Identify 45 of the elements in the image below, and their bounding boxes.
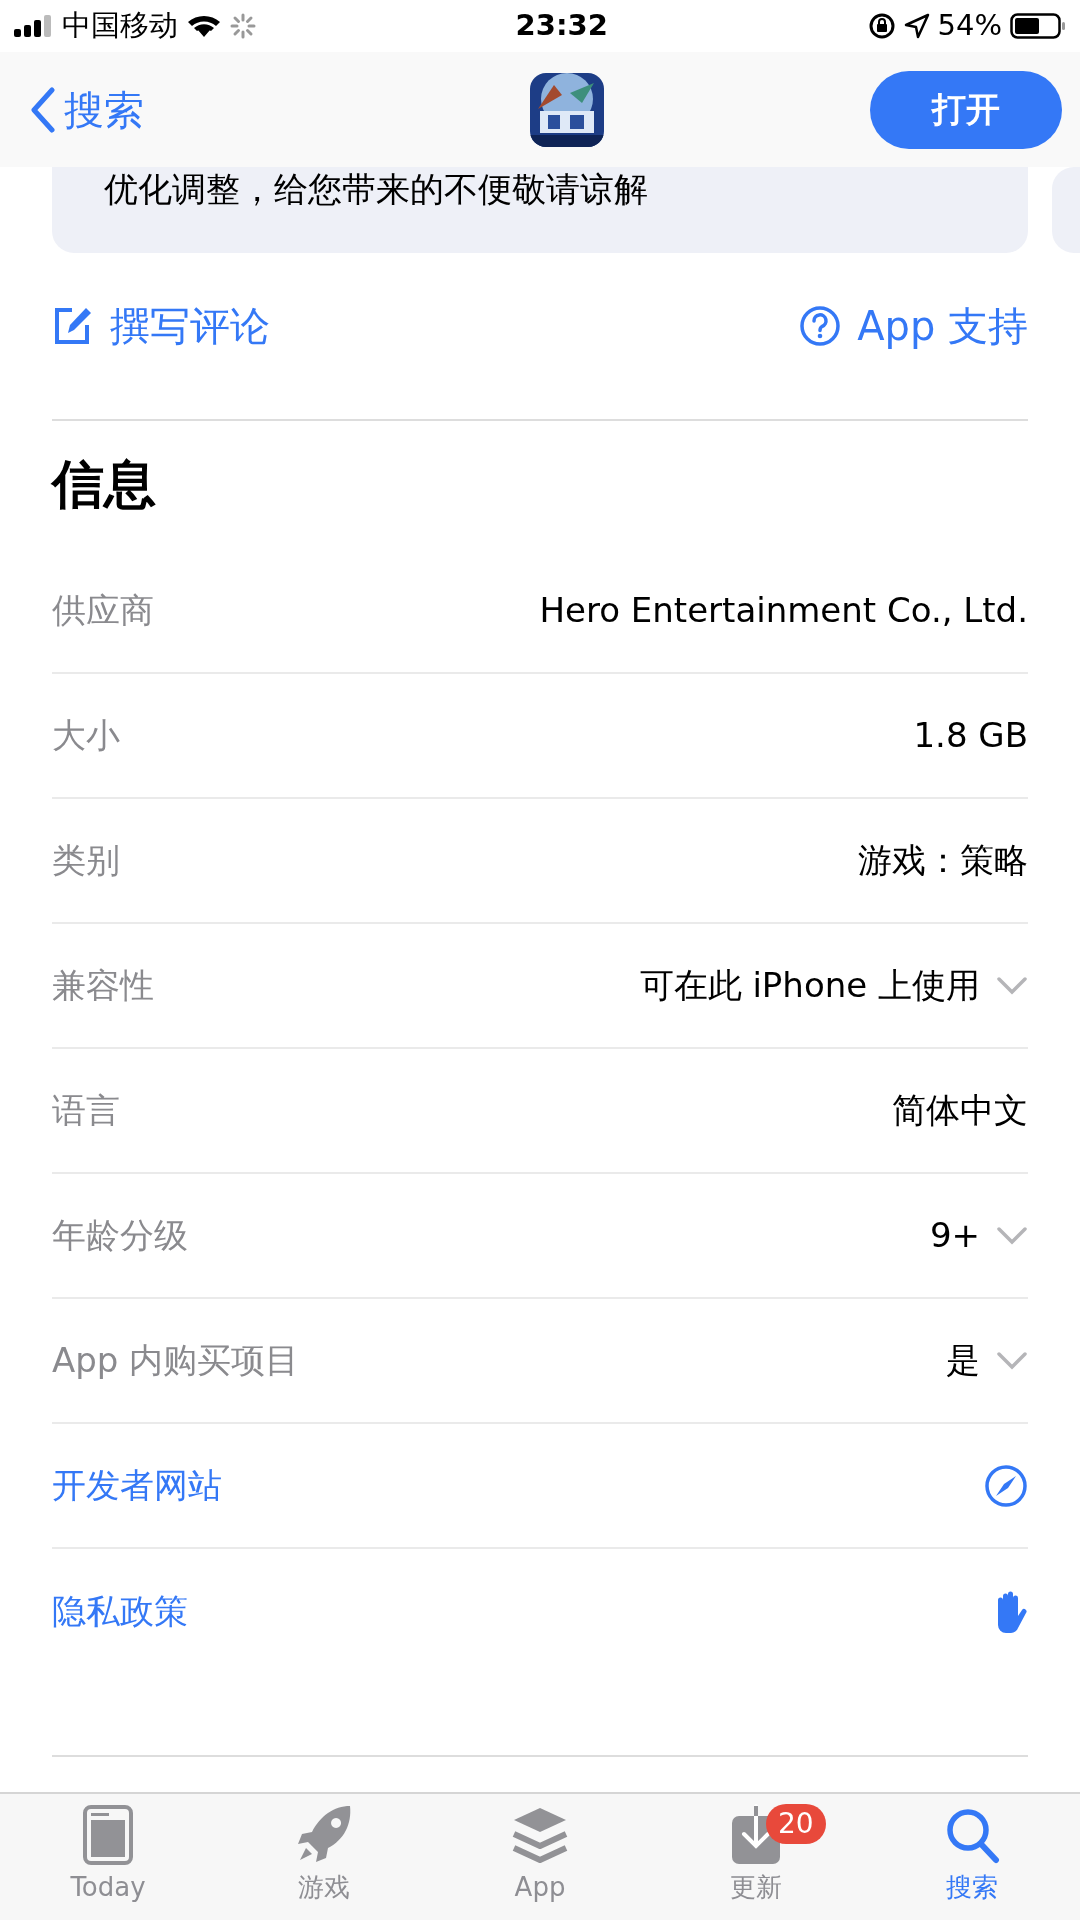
info-label: 类别: [52, 839, 120, 882]
battery-icon: [1010, 13, 1066, 39]
tab-bar-item[interactable]: 更新 20: [648, 1794, 864, 1920]
rotation-lock-icon: [867, 12, 896, 40]
signal-icon: [14, 15, 54, 37]
back-button[interactable]: 搜索: [30, 79, 144, 140]
wifi-icon: [186, 13, 222, 39]
open-button[interactable]: 打开: [870, 70, 1062, 149]
notice-text: 优化调整，给您带来的不便敬请谅解: [104, 169, 648, 209]
info-label: App 内购买项目: [52, 1339, 300, 1382]
info-value: 游戏：策略: [858, 839, 1028, 882]
chevron-down-icon: [996, 975, 1028, 996]
battery-percentage: 54%: [937, 7, 1002, 45]
info-label: 供应商: [52, 589, 154, 632]
info-value: 简体中文: [892, 1089, 1028, 1132]
tab-bar-item[interactable]: Today: [0, 1794, 216, 1920]
chevron-down-icon: [996, 1350, 1028, 1371]
privacy-policy-link[interactable]: 隐私政策: [52, 1586, 188, 1637]
carrier-name: 中国移动: [62, 7, 178, 45]
info-label: 年龄分级: [52, 1214, 188, 1257]
info-label: 兼容性: [52, 964, 154, 1007]
info-value: 9+: [929, 1214, 980, 1257]
chevron-down-icon: [996, 1225, 1028, 1246]
badge-count: 20: [766, 1804, 826, 1844]
compass-icon: [984, 1463, 1028, 1508]
location-arrow-icon: [903, 13, 930, 39]
info-value: Hero Entertainment Co., Ltd.: [539, 589, 1028, 632]
tab-bar-item[interactable]: 搜索: [864, 1794, 1080, 1920]
today-icon: [80, 1804, 136, 1866]
developer-website-link[interactable]: 开发者网站: [52, 1460, 222, 1511]
info-value: 1.8 GB: [913, 714, 1028, 757]
help-icon: [799, 305, 842, 347]
info-label: 大小: [52, 714, 120, 757]
info-label: 语言: [52, 1089, 120, 1132]
info-value: 可在此 iPhone 上使用: [639, 964, 980, 1007]
tab-bar-item[interactable]: App: [432, 1794, 648, 1920]
chevron-left-icon: [30, 86, 56, 133]
compose-icon: [52, 305, 94, 347]
info-value: 是: [946, 1339, 980, 1382]
loading-spinner-icon: [230, 13, 256, 39]
app-support-link[interactable]: App 支持: [799, 296, 1028, 356]
write-review-link[interactable]: 撰写评论: [52, 296, 270, 356]
clock-time: 23:32: [515, 7, 608, 45]
section-heading: 信息: [52, 453, 157, 516]
tab-bar-item[interactable]: 游戏: [216, 1794, 432, 1920]
